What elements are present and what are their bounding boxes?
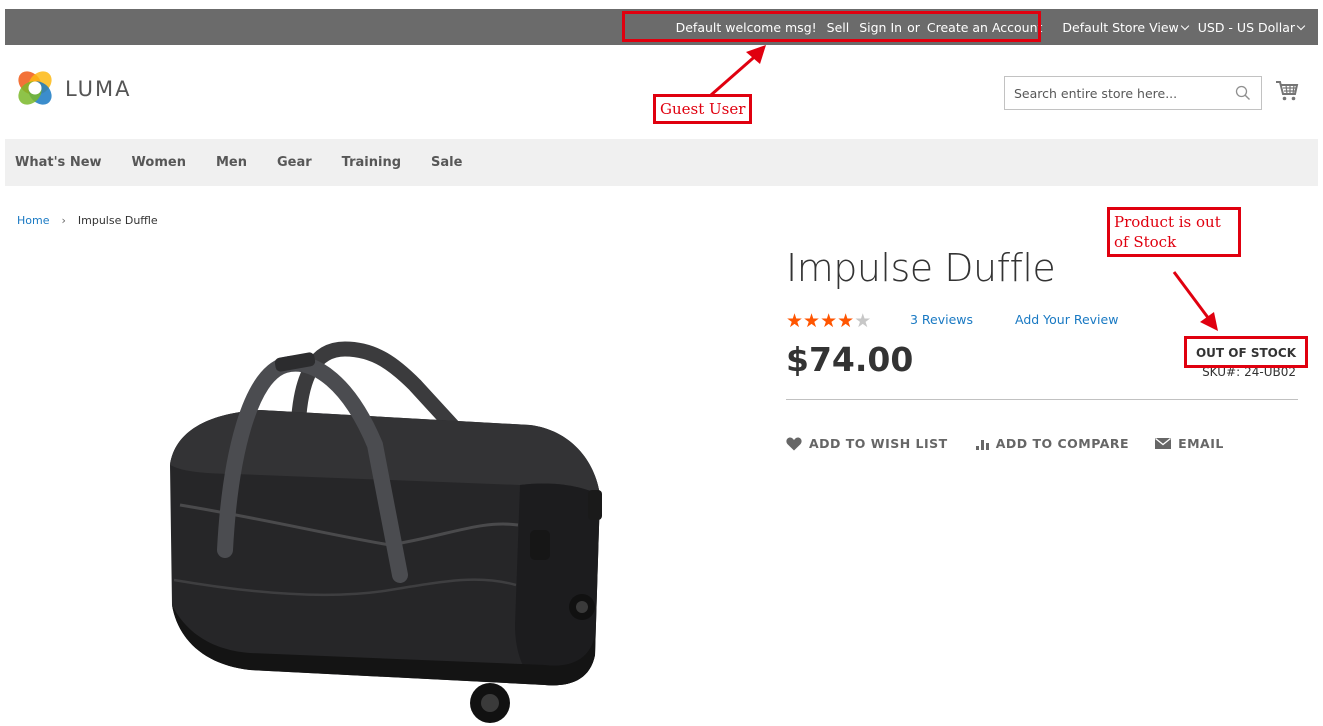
- heart-icon: [786, 437, 802, 450]
- annotation-guest-user: Guest User: [653, 94, 753, 124]
- product-title: Impulse Duffle: [786, 246, 1056, 290]
- luma-logo-icon: [18, 71, 52, 105]
- breadcrumb-home[interactable]: Home: [17, 214, 49, 227]
- annotation-line: Product is out: [1114, 213, 1221, 231]
- star-filled-icon: ★: [837, 310, 855, 332]
- cart-icon[interactable]: [1275, 80, 1299, 102]
- currency-label: USD - US Dollar: [1197, 19, 1295, 35]
- add-review-link[interactable]: Add Your Review: [1015, 312, 1118, 327]
- breadcrumb-separator: ›: [61, 214, 66, 227]
- product-rating: ★★★★★: [786, 310, 871, 332]
- rating-stars: ★★★★★: [786, 310, 871, 332]
- email-button[interactable]: EMAIL: [1155, 436, 1224, 451]
- envelope-icon: [1155, 438, 1172, 449]
- logo-text: LUMA: [65, 77, 132, 101]
- nav-item-women[interactable]: Women: [132, 155, 186, 170]
- divider: [786, 399, 1298, 400]
- star-filled-icon: ★: [820, 310, 838, 332]
- breadcrumb-current: Impulse Duffle: [77, 214, 158, 227]
- nav-item-men[interactable]: Men: [216, 155, 247, 170]
- main-nav: What's New Women Men Gear Training Sale: [5, 139, 1318, 186]
- breadcrumb: Home › Impulse Duffle: [17, 214, 158, 227]
- arrow-line: [710, 50, 761, 97]
- add-to-wishlist-button[interactable]: ADD TO WISH LIST: [786, 436, 948, 451]
- nav-item-whats-new[interactable]: What's New: [15, 155, 102, 170]
- store-view-switcher[interactable]: Default Store View: [1062, 19, 1189, 35]
- nav-item-sale[interactable]: Sale: [431, 155, 462, 170]
- email-label: EMAIL: [1178, 436, 1224, 451]
- product-price: $74.00: [786, 340, 914, 379]
- annotation-out-of-stock: Product is out of Stock: [1107, 207, 1241, 257]
- annotation-line: of Stock: [1114, 233, 1177, 251]
- reviews-link[interactable]: 3 Reviews: [910, 312, 973, 327]
- luma-logo[interactable]: LUMA: [17, 70, 132, 106]
- nav-item-gear[interactable]: Gear: [277, 155, 312, 170]
- product-image[interactable]: [150, 335, 610, 725]
- star-empty-icon: ★: [854, 310, 872, 332]
- star-filled-icon: ★: [803, 310, 821, 332]
- nav-item-training[interactable]: Training: [342, 155, 401, 170]
- annotation-box-guest-links: [622, 11, 1041, 42]
- compare-icon: [975, 440, 989, 450]
- star-filled-icon: ★: [786, 310, 804, 332]
- currency-switcher[interactable]: USD - US Dollar: [1197, 19, 1306, 35]
- arrow-line: [1172, 271, 1214, 324]
- chevron-down-icon: [1180, 21, 1189, 30]
- arrow-head-icon: [746, 45, 766, 64]
- wishlist-label: ADD TO WISH LIST: [809, 436, 948, 451]
- annotation-box-out-of-stock: [1184, 336, 1308, 368]
- search-box: [1004, 76, 1262, 110]
- search-icon[interactable]: [1235, 85, 1251, 101]
- chevron-down-icon: [1296, 21, 1306, 30]
- add-to-compare-button[interactable]: ADD TO COMPARE: [975, 436, 1130, 451]
- product-actions: ADD TO WISH LIST ADD TO COMPARE EMAIL: [786, 436, 1250, 451]
- store-view-label: Default Store View: [1062, 19, 1179, 35]
- search-input[interactable]: [1005, 77, 1225, 109]
- arrow-head-icon: [1200, 312, 1218, 331]
- compare-label: ADD TO COMPARE: [995, 436, 1130, 451]
